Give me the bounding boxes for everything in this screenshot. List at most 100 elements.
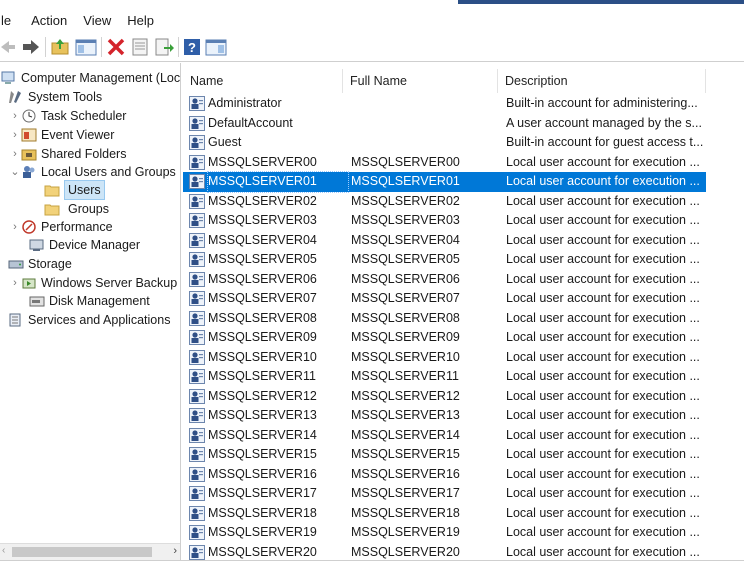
cell-name: MSSQLSERVER18 — [208, 505, 317, 520]
scrollbar-thumb[interactable] — [12, 547, 152, 557]
chevron-right-icon[interactable]: › — [9, 145, 21, 163]
folder-icon — [44, 202, 60, 216]
cell-name: MSSQLSERVER14 — [208, 427, 317, 442]
tree-item-device-manager[interactable]: Device Manager — [29, 236, 140, 254]
table-row[interactable]: MSSQLSERVER05 MSSQLSERVER05 Local user acc… — [183, 250, 744, 270]
up-folder-icon[interactable] — [50, 37, 70, 57]
table-row[interactable]: MSSQLSERVER17 MSSQLSERVER17 Local user acc… — [183, 484, 744, 504]
tree-item-groups[interactable]: Groups — [44, 200, 109, 218]
table-row[interactable]: Administrator Built-in account for admini… — [183, 94, 744, 114]
table-row[interactable]: MSSQLSERVER01 MSSQLSERVER01 Local user acc… — [183, 171, 706, 193]
table-row[interactable]: MSSQLSERVER00 MSSQLSERVER00 Local user acc… — [183, 153, 744, 173]
menu-bar: le Action View Help — [0, 8, 744, 33]
tree-item-performance[interactable]: › Performance — [9, 218, 112, 236]
cell-name: MSSQLSERVER04 — [208, 232, 317, 247]
tree-item-event-viewer[interactable]: › Event Viewer — [9, 126, 114, 144]
cell-full-name: MSSQLSERVER17 — [351, 486, 460, 500]
cell-description: Local user account for execution ... — [506, 466, 700, 481]
tree-item-system-tools[interactable]: System Tools — [8, 88, 102, 106]
tree-item-local-users-and-groups[interactable]: ⌄ Local Users and Groups — [9, 163, 175, 181]
table-row[interactable]: Guest Built-in account for guest access t… — [183, 133, 744, 153]
chevron-right-icon[interactable]: › — [9, 107, 21, 125]
table-row[interactable]: MSSQLSERVER02 MSSQLSERVER02 Local user acc… — [183, 192, 744, 212]
properties-icon[interactable] — [130, 37, 150, 57]
tree-item-shared-folders[interactable]: › Shared Folders — [9, 145, 126, 163]
cell-description: Local user account for execution ... — [506, 252, 700, 266]
table-row[interactable]: MSSQLSERVER03 MSSQLSERVER03 Local user acc… — [183, 211, 744, 231]
table-row[interactable]: MSSQLSERVER10 MSSQLSERVER10 Local user acc… — [183, 348, 744, 368]
user-account-icon — [189, 115, 205, 131]
services-icon — [8, 313, 24, 327]
tree-label: Task Scheduler — [41, 109, 127, 123]
table-row[interactable]: MSSQLSERVER13 MSSQLSERVER13 Local user acc… — [183, 406, 744, 426]
scroll-left-icon[interactable]: ‹ — [2, 545, 5, 556]
table-row[interactable]: MSSQLSERVER09 MSSQLSERVER09 Local user acc… — [183, 328, 744, 348]
table-row[interactable]: MSSQLSERVER15 MSSQLSERVER15 Local user acc… — [183, 445, 744, 465]
tree-item-computer-management[interactable]: Computer Management (Local — [1, 69, 180, 87]
chevron-right-icon[interactable]: › — [9, 218, 21, 236]
cell-full-name: MSSQLSERVER15 — [351, 447, 460, 461]
forward-arrow-icon[interactable] — [21, 37, 41, 57]
chevron-right-icon[interactable]: › — [9, 274, 21, 292]
user-account-icon — [189, 447, 205, 462]
user-account-icon — [189, 271, 205, 287]
column-header-full-name[interactable]: Full Name — [343, 69, 498, 93]
shared-folders-icon — [21, 147, 37, 161]
table-row[interactable]: MSSQLSERVER11 MSSQLSERVER11 Local user acc… — [183, 367, 744, 387]
tree-item-task-scheduler[interactable]: › Task Scheduler — [9, 107, 126, 125]
scroll-right-icon[interactable]: › — [173, 545, 177, 557]
delete-icon[interactable] — [106, 37, 126, 57]
cell-name: MSSQLSERVER11 — [208, 369, 316, 383]
user-account-icon — [189, 544, 205, 560]
cell-name: MSSQLSERVER01 — [207, 171, 349, 193]
chevron-down-icon[interactable]: ⌄ — [9, 163, 21, 181]
system-tools-icon — [8, 90, 24, 104]
user-account-icon — [189, 466, 205, 482]
cell-full-name: MSSQLSERVER07 — [351, 291, 460, 305]
cell-description: Local user account for execution ... — [506, 310, 700, 325]
table-row[interactable]: MSSQLSERVER06 MSSQLSERVER06 Local user acc… — [183, 270, 744, 290]
tree-item-windows-server-backup[interactable]: › Windows Server Backup — [9, 274, 177, 292]
tree-item-users[interactable]: Users — [44, 180, 105, 200]
table-row[interactable]: MSSQLSERVER19 MSSQLSERVER19 Local user acc… — [183, 523, 744, 543]
cell-name: MSSQLSERVER12 — [208, 388, 317, 403]
cell-full-name: MSSQLSERVER06 — [351, 271, 460, 286]
tree-label: System Tools — [28, 90, 103, 104]
chevron-right-icon[interactable]: › — [9, 126, 21, 144]
cell-name: MSSQLSERVER05 — [208, 252, 317, 266]
cell-name: MSSQLSERVER13 — [208, 408, 317, 422]
cell-description: Local user account for execution ... — [506, 291, 700, 305]
export-list-icon[interactable] — [154, 37, 174, 57]
back-arrow-icon[interactable] — [1, 37, 17, 57]
action-pane-icon[interactable] — [205, 37, 227, 57]
table-row[interactable]: MSSQLSERVER07 MSSQLSERVER07 Local user acc… — [183, 289, 744, 309]
menu-help[interactable]: Help — [119, 8, 162, 33]
tree-item-storage[interactable]: Storage — [8, 255, 72, 273]
table-row[interactable]: MSSQLSERVER14 MSSQLSERVER14 Local user acc… — [183, 426, 744, 446]
task-scheduler-icon — [21, 109, 37, 123]
menu-file[interactable]: le — [0, 8, 23, 33]
tree-label: Groups — [68, 202, 109, 216]
tree-item-disk-management[interactable]: Disk Management — [29, 292, 150, 310]
show-hide-tree-icon[interactable] — [75, 37, 97, 57]
toolbar: ? — [0, 33, 744, 62]
tree-item-services-and-applications[interactable]: Services and Applications — [8, 311, 170, 329]
table-row[interactable]: DefaultAccount A user account managed by … — [183, 114, 744, 134]
tree-horizontal-scrollbar[interactable]: ‹ › — [0, 543, 180, 560]
help-icon[interactable]: ? — [183, 37, 201, 57]
menu-view[interactable]: View — [75, 8, 119, 33]
cell-description: Built-in account for guest access t... — [506, 135, 704, 149]
tree-label: Storage — [28, 257, 72, 271]
column-header-name[interactable]: Name — [183, 69, 343, 93]
cell-description: Local user account for execution ... — [506, 525, 700, 539]
table-row[interactable]: MSSQLSERVER18 MSSQLSERVER18 Local user acc… — [183, 504, 744, 524]
cell-description: Local user account for execution ... — [506, 486, 700, 500]
table-row[interactable]: MSSQLSERVER04 MSSQLSERVER04 Local user acc… — [183, 231, 744, 251]
table-row[interactable]: MSSQLSERVER16 MSSQLSERVER16 Local user acc… — [183, 465, 744, 485]
users-list-pane: Name Full Name Description Administrator… — [183, 63, 744, 567]
column-header-description[interactable]: Description — [498, 69, 706, 93]
user-account-icon — [189, 291, 205, 306]
table-row[interactable]: MSSQLSERVER12 MSSQLSERVER12 Local user acc… — [183, 387, 744, 407]
menu-action[interactable]: Action — [23, 8, 75, 33]
table-row[interactable]: MSSQLSERVER08 MSSQLSERVER08 Local user acc… — [183, 309, 744, 329]
